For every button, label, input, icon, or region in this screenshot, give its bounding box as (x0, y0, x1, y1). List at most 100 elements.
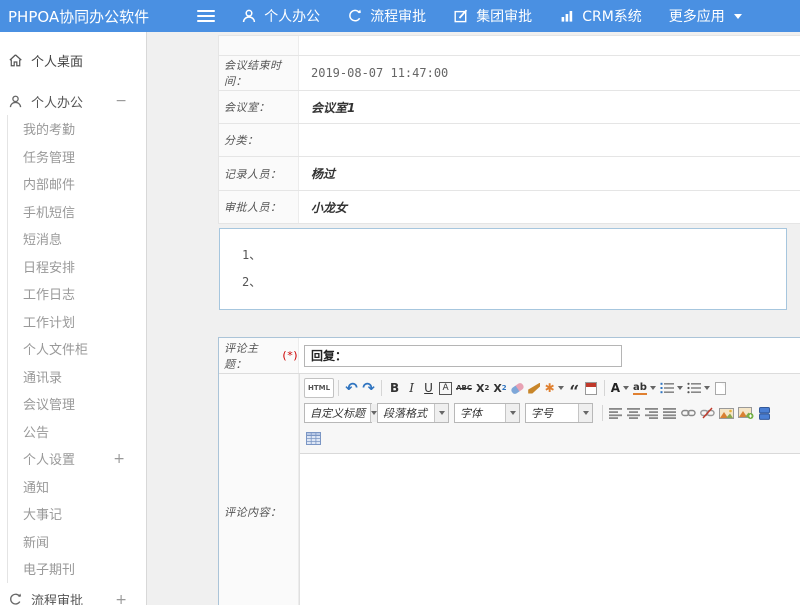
superscript-button[interactable]: X2 (474, 378, 491, 398)
format-painter-button[interactable] (526, 378, 543, 398)
remove-link-button[interactable] (698, 403, 717, 423)
upload-image-button[interactable] (736, 403, 756, 423)
dropdown-button[interactable] (578, 404, 592, 422)
sidebar-item-work-log[interactable]: 工作日志 (8, 280, 145, 308)
nav-more-apps[interactable]: 更多应用 (669, 6, 742, 26)
sidebar-item-contacts[interactable]: 通讯录 (8, 363, 145, 391)
sidebar-item-sms[interactable]: 手机短信 (8, 198, 145, 226)
sidebar-item-label: 新闻 (23, 532, 49, 551)
sidebar-item-work-plan[interactable]: 工作计划 (8, 308, 145, 336)
sidebar-item-file-cabinet[interactable]: 个人文件柜 (8, 335, 145, 363)
subscript-button[interactable]: X2 (491, 378, 508, 398)
sidebar-item-memorabilia[interactable]: 大事记 (8, 500, 145, 528)
highlight-button[interactable]: ab (631, 378, 658, 398)
brush-icon (528, 383, 540, 394)
sidebar-item-schedule[interactable]: 日程安排 (8, 253, 145, 281)
nav-group-approval[interactable]: 集团审批 (453, 6, 532, 26)
blockquote-button[interactable]: “ (566, 378, 583, 398)
sidebar-item-label: 个人桌面 (31, 51, 83, 70)
redo-icon[interactable]: ↷ (360, 378, 377, 398)
heading-dropdown[interactable]: 自定义标题 (304, 403, 372, 423)
sidebar-item-label: 任务管理 (23, 147, 75, 166)
align-left-icon (609, 407, 623, 419)
align-justify-button[interactable] (661, 403, 679, 423)
dropdown-button[interactable] (370, 404, 377, 422)
unordered-list-button[interactable] (685, 378, 712, 398)
nav-workflow-approval[interactable]: 流程审批 (347, 6, 426, 26)
comment-subject-cell (299, 338, 800, 373)
sidebar-item-label: 通讯录 (23, 367, 62, 386)
align-right-button[interactable] (643, 403, 661, 423)
underline-button[interactable]: U (420, 378, 437, 398)
font-family-dropdown[interactable]: 字体 (454, 403, 520, 423)
row-label: 记录人员： (219, 157, 299, 190)
sidebar-item-label: 日程安排 (23, 257, 75, 276)
expand-icon[interactable]: + (115, 592, 127, 605)
sidebar-item-tasks[interactable]: 任务管理 (8, 143, 145, 171)
boxed-a-icon: A (439, 382, 451, 395)
sidebar-item-meetings[interactable]: 会议管理 (8, 390, 145, 418)
sidebar-item-label: 短消息 (23, 229, 62, 248)
table-row-partial (219, 36, 800, 56)
insert-media-button[interactable] (756, 403, 773, 423)
table-icon (306, 432, 321, 445)
eraser-icon (510, 381, 525, 394)
sidebar-group-personal-office[interactable]: 个人办公 − (0, 87, 145, 115)
nav-label: CRM系统 (582, 6, 642, 26)
insert-table-button[interactable] (304, 428, 323, 448)
nav-personal-office[interactable]: 个人办公 (241, 6, 320, 26)
html-source-button[interactable]: HTML (304, 378, 334, 398)
sidebar-item-announcements[interactable]: 公告 (8, 418, 145, 446)
comment-subject-input[interactable] (304, 345, 622, 367)
unordered-list-icon (687, 382, 701, 394)
align-left-button[interactable] (607, 403, 625, 423)
eraser-button[interactable] (509, 378, 526, 398)
collapse-icon[interactable]: − (115, 93, 127, 109)
auto-typeset-button[interactable]: ✱ (543, 378, 566, 398)
dropdown-button[interactable] (434, 404, 448, 422)
chevron-down-icon (734, 14, 742, 19)
paragraph-format-dropdown[interactable]: 段落格式 (377, 403, 449, 423)
sidebar-item-short-message[interactable]: 短消息 (8, 225, 145, 253)
cycle-icon (347, 8, 363, 24)
dropdown-button[interactable] (505, 404, 519, 422)
row-value: 会议室1 (299, 91, 800, 123)
nav-label: 流程审批 (370, 6, 426, 26)
sidebar-group-workflow[interactable]: 流程审批 + (0, 586, 145, 605)
ordered-list-button[interactable] (658, 378, 685, 398)
row-value (299, 124, 800, 156)
sidebar-item-label: 电子期刊 (23, 559, 75, 578)
menu-toggle-icon[interactable] (197, 10, 215, 23)
sidebar-item-news[interactable]: 新闻 (8, 528, 145, 556)
new-document-button[interactable] (712, 378, 729, 398)
sidebar-item-personal-settings[interactable]: 个人设置 + (8, 445, 145, 473)
bold-button[interactable]: B (386, 378, 403, 398)
personal-office-submenu: 我的考勤 任务管理 内部邮件 手机短信 短消息 日程安排 工作日志 工作计划 个… (7, 115, 145, 583)
sidebar-item-internal-mail[interactable]: 内部邮件 (8, 170, 145, 198)
sidebar-item-e-journal[interactable]: 电子期刊 (8, 555, 145, 583)
ordered-list-icon (660, 382, 674, 394)
editor-content-area[interactable] (300, 454, 800, 605)
strikethrough-button[interactable]: ABC (454, 378, 474, 398)
font-border-button[interactable]: A (437, 378, 454, 398)
sub-mark: 2 (502, 384, 507, 392)
sidebar-item-attendance[interactable]: 我的考勤 (8, 115, 145, 143)
align-center-button[interactable] (625, 403, 643, 423)
chevron-down-icon (510, 411, 516, 415)
font-color-button[interactable]: A (609, 378, 631, 398)
undo-icon[interactable]: ↶ (343, 378, 360, 398)
italic-button[interactable]: I (403, 378, 420, 398)
edit-icon (453, 8, 469, 24)
font-size-dropdown[interactable]: 字号 (525, 403, 593, 423)
sidebar-item-notices[interactable]: 通知 (8, 473, 145, 501)
insert-link-button[interactable] (679, 403, 698, 423)
sidebar-item-label: 手机短信 (23, 202, 75, 221)
nav-crm-system[interactable]: CRM系统 (559, 6, 642, 26)
rich-text-editor: HTML ↶ ↷ B I U A ABC X2 X2 ✱ (299, 374, 800, 605)
unlink-icon (700, 407, 715, 419)
divider (604, 380, 605, 396)
insert-image-button[interactable] (717, 403, 736, 423)
sidebar-item-desktop[interactable]: 个人桌面 (0, 46, 145, 74)
paste-button[interactable] (583, 378, 600, 398)
expand-icon[interactable]: + (113, 451, 125, 467)
